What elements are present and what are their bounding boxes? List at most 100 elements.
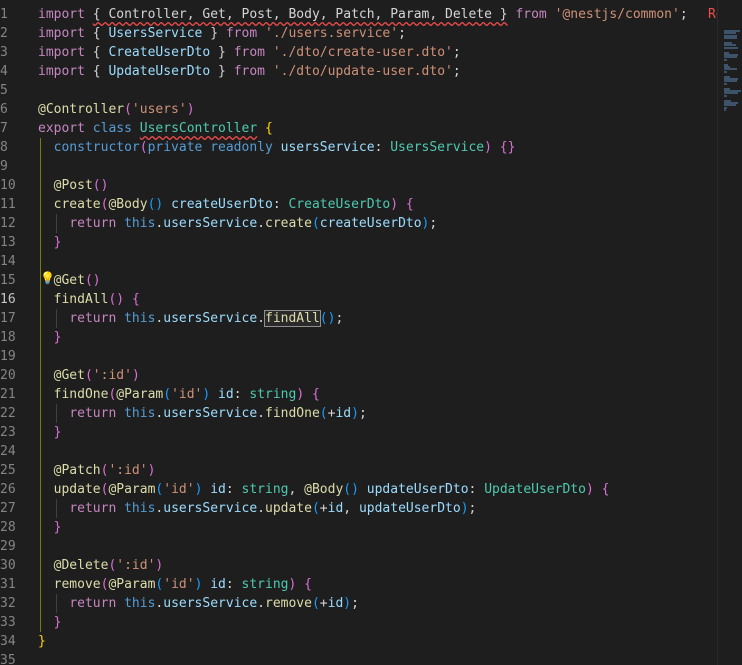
code-token: ;	[398, 26, 406, 41]
code-token: (	[84, 368, 93, 383]
code-line[interactable]: }	[38, 632, 718, 651]
code-line[interactable]	[38, 651, 718, 665]
code-line[interactable]	[38, 157, 718, 176]
lightbulb-icon[interactable]: 💡	[40, 271, 55, 285]
code-line[interactable]: }	[38, 423, 718, 442]
code-line[interactable]: constructor(private readonly usersServic…	[38, 138, 718, 157]
line-number: 20	[0, 368, 16, 383]
code-token: findOne	[53, 387, 109, 402]
minimap[interactable]	[717, 0, 742, 665]
line-number-gutter: 1 2 3 4 5 6 7 8 9 10 11 12 13 14 15 16 17 18 19 20 21 22 23 24 2…	[0, 5, 30, 665]
indent-guide	[56, 404, 57, 423]
code-line[interactable]: create(@Body() createUserDto: CreateUser…	[38, 195, 718, 214]
code-token: usersService	[163, 311, 258, 326]
line-number: 23	[0, 425, 16, 440]
code-line[interactable]	[38, 252, 718, 271]
code-token: import	[38, 7, 85, 22]
code-token: ':id'	[92, 368, 132, 383]
code-token: }	[53, 615, 62, 630]
line-number: 16	[0, 292, 16, 307]
code-token: id	[210, 577, 226, 592]
code-line[interactable]	[38, 347, 718, 366]
code-token: )	[296, 387, 305, 402]
code-line[interactable]	[38, 81, 718, 100]
code-token: usersService	[163, 216, 258, 231]
code-token: ()	[147, 197, 164, 212]
code-token: )	[155, 558, 164, 573]
line-number: 13	[0, 235, 16, 250]
code-token: ()	[84, 273, 101, 288]
code-line[interactable]	[38, 442, 718, 461]
code-line[interactable]: }	[38, 518, 718, 537]
code-line[interactable]: @Controller('users')	[38, 100, 718, 119]
line-number: 25	[0, 463, 16, 478]
code-line[interactable]: import { CreateUserDto } from './dto/cre…	[38, 43, 718, 62]
code-token: {	[405, 197, 414, 212]
line-number: 29	[0, 539, 16, 554]
code-line[interactable]: import { UsersService } from './users.se…	[38, 24, 718, 43]
code-line[interactable]: return this.usersService.update(+id, upd…	[38, 499, 718, 518]
code-area[interactable]: import { Controller, Get, Post, Body, Pa…	[38, 5, 718, 665]
code-token: this	[124, 216, 156, 231]
code-line[interactable]: import { UpdateUserDto } from './dto/upd…	[38, 62, 718, 81]
code-line[interactable]: @Post()	[38, 176, 718, 195]
code-token: { Controller, Get, Post, Body, Patch, Pa…	[92, 7, 508, 22]
code-line[interactable]: @Get()	[38, 271, 718, 290]
code-line[interactable]: findOne(@Param('id') id: string) {	[38, 385, 718, 404]
code-token: usersService	[280, 140, 375, 155]
code-token: usersService	[163, 596, 258, 611]
code-token: remove	[265, 596, 312, 611]
code-token: @Controller	[38, 102, 125, 117]
code-token: @Get	[53, 273, 85, 288]
code-token: return	[69, 216, 117, 231]
code-line[interactable]: return this.usersService.create(createUs…	[38, 214, 718, 233]
code-line[interactable]: @Patch(':id')	[38, 461, 718, 480]
code-line[interactable]: import { Controller, Get, Post, Body, Pa…	[38, 5, 718, 24]
code-line[interactable]: }	[38, 613, 718, 632]
code-token: update	[53, 482, 101, 497]
code-token: }	[210, 64, 234, 79]
code-token: this	[124, 596, 156, 611]
code-token: @Post	[53, 178, 93, 193]
line-number: 33	[0, 615, 16, 630]
code-token: @Body	[304, 482, 344, 497]
code-token: (	[311, 501, 320, 516]
code-token: createUserDto	[171, 197, 273, 212]
code-line[interactable]: @Get(':id')	[38, 366, 718, 385]
minimap-line	[724, 46, 738, 49]
code-token: ()	[108, 292, 125, 307]
code-line[interactable]: }	[38, 233, 718, 252]
code-line[interactable]: export class UsersController {	[38, 119, 718, 138]
code-token: 'users'	[131, 102, 187, 117]
code-line[interactable]: return this.usersService.remove(+id);	[38, 594, 718, 613]
code-token: {	[265, 121, 273, 136]
code-token: (	[163, 387, 172, 402]
code-line[interactable]: return this.usersService.findOne(+id);	[38, 404, 718, 423]
code-token: :	[225, 482, 242, 497]
line-number: 8	[0, 140, 8, 155]
code-line[interactable]: findAll() {	[38, 290, 718, 309]
code-editor[interactable]: 1 2 3 4 5 6 7 8 9 10 11 12 13 14 15 16 17 18 19 20 21 22 23 24 2…	[0, 0, 742, 665]
code-line[interactable]	[38, 537, 718, 556]
code-token: )	[186, 102, 195, 117]
code-line[interactable]: update(@Param('id') id: string, @Body() …	[38, 480, 718, 499]
code-token: +	[319, 596, 328, 611]
code-line[interactable]: }	[38, 328, 718, 347]
code-token: UsersService	[108, 26, 203, 41]
line-number: 14	[0, 254, 16, 269]
code-line[interactable]: remove(@Param('id') id: string) {	[38, 575, 718, 594]
code-line[interactable]: return this.usersService.findAll();	[38, 309, 718, 328]
code-token: './users.service'	[265, 26, 399, 41]
code-line[interactable]: @Delete(':id')	[38, 556, 718, 575]
